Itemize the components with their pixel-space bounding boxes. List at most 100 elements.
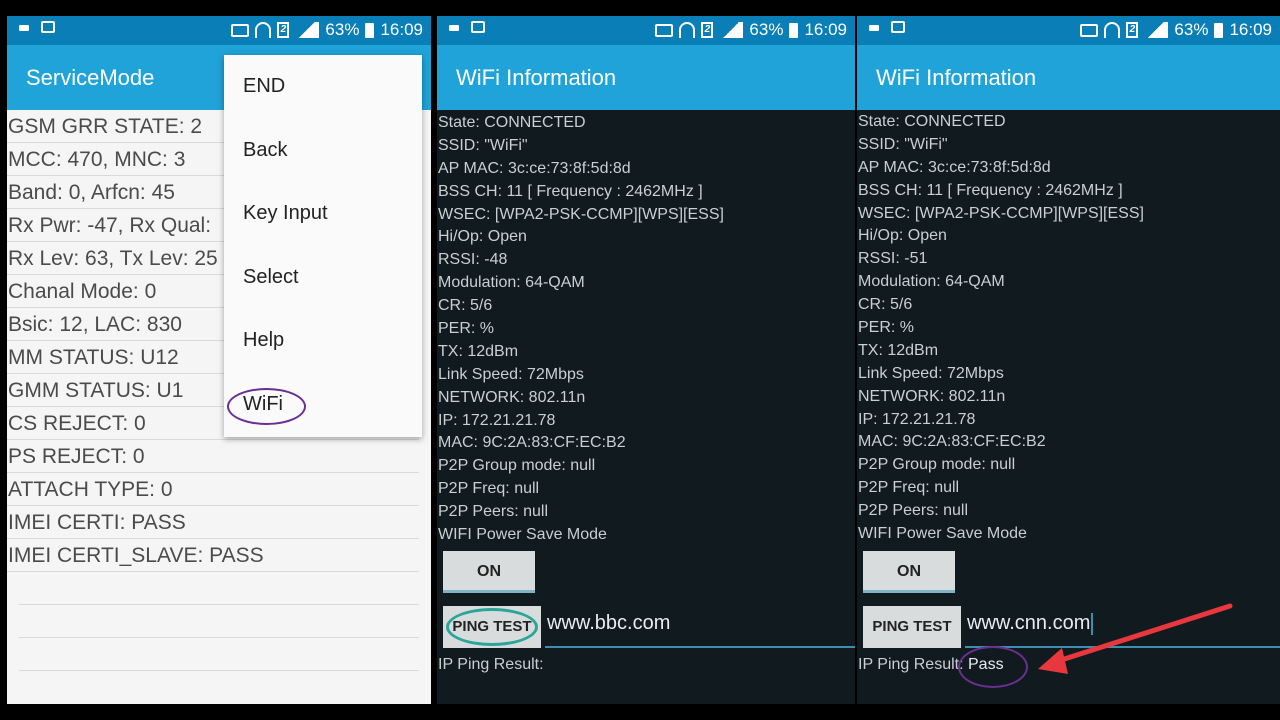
empty-list-item [19,572,419,605]
ping-test-button[interactable]: PING TEST [443,606,541,648]
ping-result-label: IP Ping Result: [858,656,964,673]
annotation-arrow-icon [1038,603,1233,674]
cast-icon [655,23,674,37]
notification-dot-icon [449,25,459,31]
wifi-icon [255,22,272,38]
notification-icons [19,21,55,33]
info-row: PER: % [858,319,915,337]
info-row: WIFI Power Save Mode [858,525,1027,543]
info-row: Link Speed: 72Mbps [858,364,1004,382]
info-row: Link Speed: 72Mbps [438,365,584,383]
notification-dot-icon [19,25,29,31]
info-row: RSSI: -51 [858,250,928,268]
wifi-info-screen-bbc: 2 63% 16:09 WiFi Information State: CONN… [437,16,855,704]
list-item[interactable]: PS REJECT: 0 [7,440,419,473]
ping-result-value: Pass [968,656,1004,673]
status-bar: 2 63% 16:09 [857,16,1280,45]
battery-percent: 63% [1174,20,1209,39]
info-row: P2P Group mode: null [858,456,1016,474]
info-row: WSEC: [WPA2-PSK-CCMP][WPS][ESS] [858,204,1144,222]
info-row: SSID: "WiFi" [858,135,948,153]
sim-icon: 2 [277,22,290,38]
info-row: AP MAC: 3c:ce:73:8f:5d:8d [438,159,631,177]
menu-item-key-input[interactable]: Key Input [224,182,422,246]
info-row: P2P Peers: null [438,503,548,521]
app-title: WiFi Information [437,45,855,110]
info-row: Hi/Op: Open [858,227,947,245]
info-row: P2P Freq: null [858,479,960,497]
ping-url-underline [545,646,855,648]
ping-result-label: IP Ping Result: [438,656,544,673]
list-item[interactable]: IMEI CERTI: PASS [7,506,419,539]
notification-book-icon [41,21,55,33]
signal-icon [295,22,320,38]
info-row: BSS CH: 11 [ Frequency : 2462MHz ] [858,181,1123,199]
info-row: P2P Group mode: null [438,457,596,475]
sim-icon: 2 [1126,22,1139,38]
empty-list-item [19,605,419,638]
info-row: NETWORK: 802.11n [858,387,1006,405]
info-row: PER: % [438,320,495,338]
info-row: IP: 172.21.21.78 [858,410,976,428]
wifi-icon [1104,22,1121,38]
clock: 16:09 [380,20,423,39]
status-bar: 2 63% 16:09 [7,16,431,45]
info-row: P2P Peers: null [858,502,968,520]
notification-icons [869,21,905,33]
cast-icon [1080,23,1099,37]
battery-icon [789,22,799,38]
info-row: RSSI: -48 [438,251,508,269]
clock: 16:09 [1229,20,1272,39]
info-row: IP: 172.21.21.78 [438,411,556,429]
info-row: CR: 5/6 [858,296,913,314]
sim-icon: 2 [701,22,714,38]
menu-item-select[interactable]: Select [224,246,422,310]
signal-icon [719,22,744,38]
menu-item-help[interactable]: Help [224,309,422,373]
notification-dot-icon [869,25,879,31]
ping-test-button[interactable]: PING TEST [863,606,961,648]
info-row: WIFI Power Save Mode [438,526,607,544]
status-icons: 2 63% 16:09 [231,20,423,40]
ping-url-input[interactable]: www.bbc.com [547,612,670,635]
info-row: MAC: 9C:2A:83:CF:EC:B2 [438,434,626,452]
empty-list-item [19,638,419,671]
info-row: AP MAC: 3c:ce:73:8f:5d:8d [858,158,1051,176]
status-icons: 2 63% 16:09 [655,20,847,40]
info-row: Hi/Op: Open [438,228,527,246]
menu-item-back[interactable]: Back [224,119,422,183]
status-icons: 2 63% 16:09 [1080,20,1272,40]
signal-icon [1144,22,1169,38]
menu-item-wifi[interactable]: WiFi [224,373,422,437]
service-mode-screen: 2 63% 16:09 ServiceMode GSM GRR STATE: 2… [7,16,431,704]
info-row: MAC: 9C:2A:83:CF:EC:B2 [858,433,1046,451]
info-row: SSID: "WiFi" [438,136,528,154]
info-row: Modulation: 64-QAM [438,274,585,292]
options-menu: END Back Key Input Select Help WiFi [224,55,422,437]
wifi-info-list: State: CONNECTED SSID: "WiFi" AP MAC: 3c… [858,111,1280,546]
info-row: WSEC: [WPA2-PSK-CCMP][WPS][ESS] [438,205,724,223]
battery-icon [1214,22,1224,38]
battery-percent: 63% [325,20,360,39]
info-row: TX: 12dBm [438,342,519,360]
app-title: WiFi Information [857,45,1280,110]
notification-book-icon [891,21,905,33]
info-row: TX: 12dBm [858,341,939,359]
list-item[interactable]: ATTACH TYPE: 0 [7,473,419,506]
info-row: Modulation: 64-QAM [858,273,1005,291]
clock: 16:09 [804,20,847,39]
info-row: State: CONNECTED [858,113,1006,130]
menu-item-end[interactable]: END [224,55,422,119]
power-save-on-button[interactable]: ON [863,551,955,593]
power-save-on-button[interactable]: ON [443,551,535,593]
battery-icon [365,22,375,38]
battery-percent: 63% [749,20,784,39]
status-bar: 2 63% 16:09 [437,16,855,45]
cast-icon [231,23,250,37]
wifi-info-list: State: CONNECTED SSID: "WiFi" AP MAC: 3c… [438,112,855,547]
notification-book-icon [471,21,485,33]
list-item[interactable]: IMEI CERTI_SLAVE: PASS [7,539,419,572]
info-row: State: CONNECTED [438,114,586,131]
info-row: CR: 5/6 [438,297,493,315]
notification-icons [449,21,485,33]
